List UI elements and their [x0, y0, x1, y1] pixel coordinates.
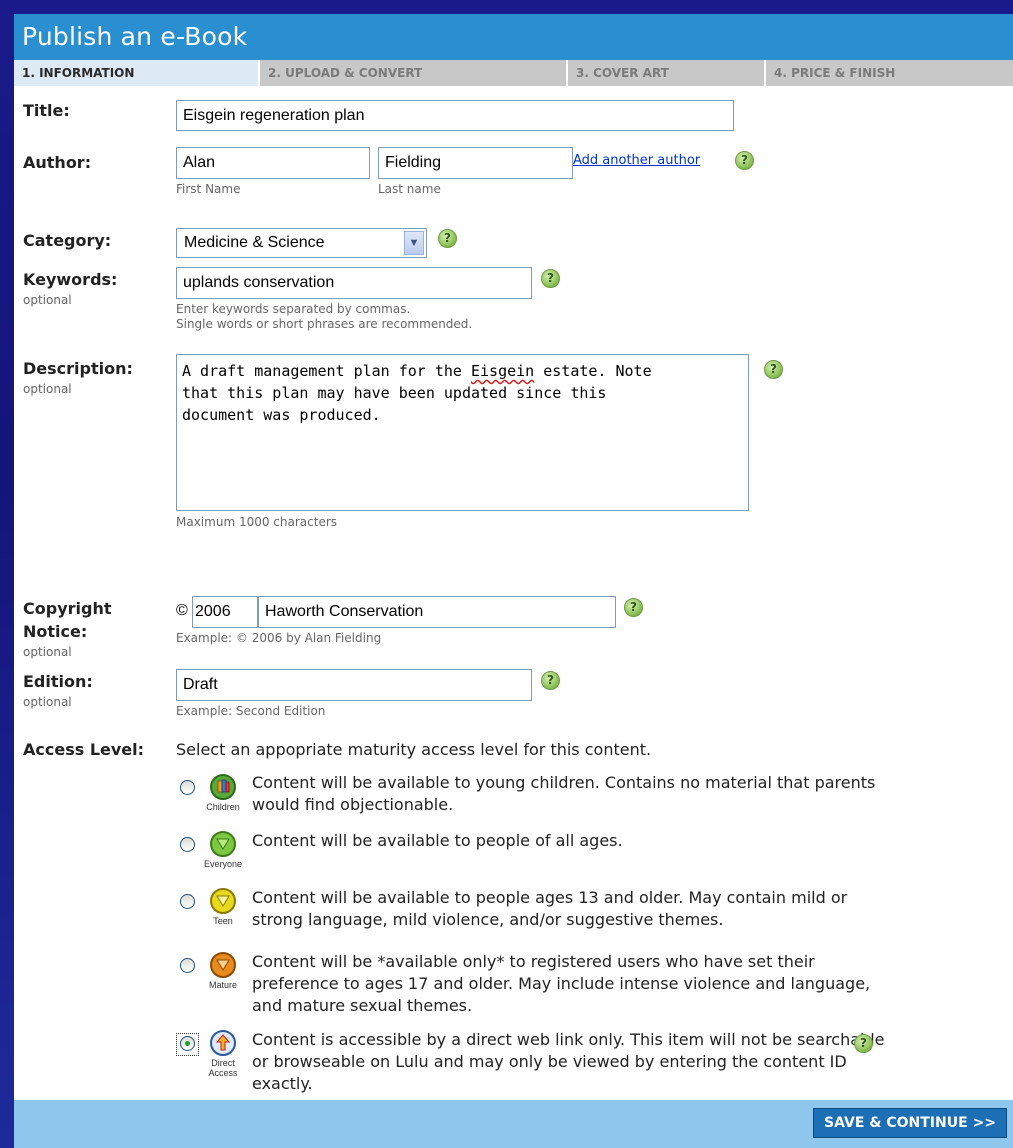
tab-upload-convert[interactable]: 2. UPLOAD & CONVERT: [260, 60, 568, 86]
access-level-help-icon[interactable]: ?: [854, 1034, 873, 1053]
description-hint: Maximum 1000 characters: [176, 515, 338, 529]
copyright-optional: optional: [23, 645, 72, 659]
description-line-1: A draft management plan for the Eisgein …: [182, 362, 652, 380]
page-title: Publish an e-Book: [14, 14, 1013, 60]
access-level-label: Access Level:: [23, 740, 145, 759]
copyright-holder-input[interactable]: [258, 596, 616, 628]
access-level-intro: Select an appopriate maturity access lev…: [176, 740, 652, 759]
everyone-rating-icon: [210, 831, 236, 857]
chevron-down-icon[interactable]: ▼: [404, 231, 424, 255]
keywords-hint-2: Single words or short phrases are recomm…: [176, 317, 473, 331]
teen-rating-icon: [210, 888, 236, 914]
author-last-name-input[interactable]: [378, 147, 573, 179]
last-name-hint: Last name: [378, 182, 441, 196]
copyright-label-2: Notice:: [23, 622, 88, 641]
edition-optional: optional: [23, 695, 72, 709]
description-help-icon[interactable]: ?: [764, 360, 783, 379]
access-option-children-text: Content will be available to young child…: [252, 773, 876, 814]
author-label: Author:: [23, 153, 92, 172]
copyright-hint: Example: © 2006 by Alan Fielding: [176, 631, 382, 645]
access-radio-everyone[interactable]: [180, 837, 195, 852]
keywords-label: Keywords:: [23, 270, 118, 289]
copyright-year-input[interactable]: [192, 596, 258, 628]
keywords-optional: optional: [23, 293, 72, 307]
copyright-symbol: ©: [176, 602, 188, 619]
description-line-3: document was produced.: [182, 406, 381, 424]
first-name-hint: First Name: [176, 182, 241, 196]
category-select[interactable]: Medicine & Science ▼: [176, 228, 427, 258]
teen-caption: Teen: [213, 916, 233, 926]
direct-access-rating-icon: [210, 1030, 236, 1056]
title-input[interactable]: [176, 100, 734, 131]
wizard-tabs: 1. INFORMATION 2. UPLOAD & CONVERT 3. CO…: [14, 60, 1013, 86]
description-line-2: that this plan may have been updated sin…: [182, 384, 607, 402]
access-option-teen-text: Content will be available to people ages…: [252, 888, 848, 929]
keywords-hint-1: Enter keywords separated by commas.: [176, 302, 411, 316]
keywords-help-icon[interactable]: ?: [541, 269, 560, 288]
direct-caption: Direct: [211, 1058, 235, 1068]
edition-help-icon[interactable]: ?: [541, 671, 560, 690]
author-help-icon[interactable]: ?: [735, 151, 754, 170]
access-option-direct-text: Content is accessible by a direct web li…: [252, 1030, 885, 1093]
tab-cover-art[interactable]: 3. COVER ART: [568, 60, 766, 86]
copyright-help-icon[interactable]: ?: [624, 598, 643, 617]
description-label: Description:: [23, 359, 133, 378]
description-optional: optional: [23, 382, 72, 396]
tab-price-finish[interactable]: 4. PRICE & FINISH: [766, 60, 1013, 86]
spelling-flag: Eisgein: [470, 362, 535, 380]
copyright-label-1: Copyright: [23, 599, 112, 618]
save-continue-button[interactable]: SAVE & CONTINUE >>: [813, 1108, 1007, 1138]
access-option-mature-text: Content will be *available only* to regi…: [252, 952, 871, 1015]
category-label: Category:: [23, 231, 112, 250]
edition-input[interactable]: [176, 669, 532, 701]
description-textarea[interactable]: A draft management plan for the Eisgein …: [176, 354, 749, 511]
access-radio-children[interactable]: [180, 780, 195, 795]
children-caption: Children: [206, 802, 240, 812]
footer-bar: SAVE & CONTINUE >>: [14, 1100, 1013, 1148]
add-another-author-link[interactable]: Add another author: [573, 153, 700, 168]
access-radio-direct-access[interactable]: [180, 1036, 195, 1051]
edition-hint: Example: Second Edition: [176, 704, 326, 718]
access-caption: Access: [208, 1068, 238, 1078]
mature-rating-icon: [210, 952, 236, 978]
mature-caption: Mature: [208, 980, 237, 990]
everyone-caption: Everyone: [203, 859, 243, 869]
category-help-icon[interactable]: ?: [438, 229, 457, 248]
title-label: Title:: [23, 101, 70, 120]
category-selected-value: Medicine & Science: [184, 234, 325, 251]
keywords-input[interactable]: [176, 267, 532, 299]
children-rating-icon: [210, 774, 236, 800]
access-radio-teen[interactable]: [180, 894, 195, 909]
tab-information[interactable]: 1. INFORMATION: [14, 60, 260, 86]
publish-panel: Publish an e-Book 1. INFORMATION 2. UPLO…: [14, 14, 1013, 1148]
edition-label: Edition:: [23, 672, 93, 691]
access-option-everyone-text: Content will be available to people of a…: [252, 831, 623, 850]
author-first-name-input[interactable]: [176, 147, 370, 179]
access-radio-mature[interactable]: [180, 958, 195, 973]
